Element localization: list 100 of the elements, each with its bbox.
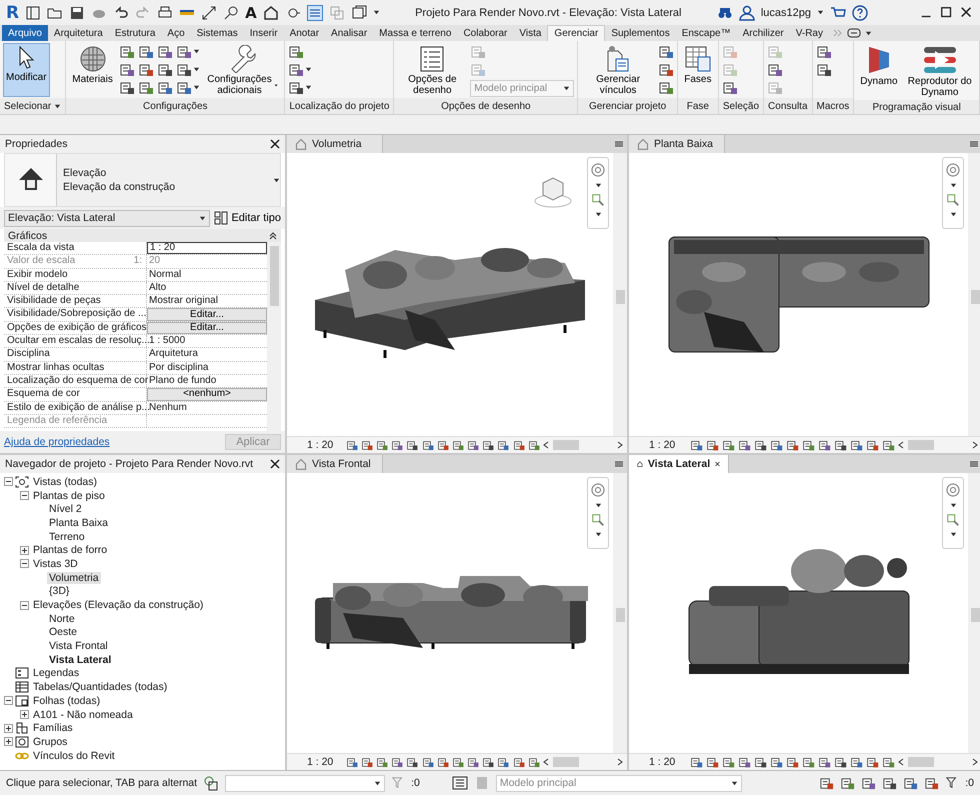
caret-icon[interactable] <box>950 182 956 189</box>
user-icon[interactable] <box>738 4 755 20</box>
scrollbar[interactable] <box>968 473 980 753</box>
tree-item[interactable]: A101 - Não nomeada <box>31 708 135 721</box>
ribbon-button[interactable]: Fases <box>680 43 715 97</box>
undo-icon[interactable] <box>113 4 130 20</box>
ribbon-tab[interactable]: Analisar <box>325 25 374 41</box>
ribbon-tab[interactable]: Arquivo <box>2 25 48 41</box>
ribbon-tab[interactable]: Vista <box>513 25 548 41</box>
edit-button[interactable]: Editar... <box>147 322 267 334</box>
ribbon-tab[interactable]: Suplementos <box>605 25 676 41</box>
ribbon-button[interactable]: Dynamo <box>857 43 901 97</box>
help-icon[interactable] <box>852 4 868 20</box>
switch-windows-icon[interactable] <box>350 4 367 20</box>
ribbon-tab[interactable]: Estrutura <box>108 25 162 41</box>
maximize-icon[interactable] <box>940 6 954 20</box>
caret-icon[interactable] <box>594 211 602 218</box>
tree-item[interactable]: Plantas de piso <box>31 490 107 502</box>
caret-icon[interactable] <box>594 182 602 189</box>
collapse-icon[interactable] <box>4 696 13 706</box>
tree-item[interactable]: Norte <box>47 612 77 625</box>
caret-icon[interactable] <box>594 531 602 538</box>
view-tab[interactable]: Volumetria <box>287 135 383 153</box>
group-header[interactable]: Gráficos <box>8 230 48 242</box>
close-icon[interactable] <box>715 459 720 469</box>
collapse-icon[interactable] <box>20 559 29 568</box>
tree-item[interactable]: Vistas (todas) <box>31 476 99 488</box>
steering-wheel-icon[interactable] <box>945 162 961 178</box>
ribbon-button[interactable]: Opções de desenho <box>397 43 468 98</box>
ribbon-tab[interactable]: Sistemas <box>190 25 244 41</box>
edit-button[interactable]: <nenhum> <box>147 388 267 401</box>
ribbon-button[interactable]: Gerenciar vínculos <box>581 43 655 98</box>
tree-item[interactable]: Terreno <box>47 530 87 543</box>
caret-icon[interactable] <box>950 211 956 218</box>
ribbon-tab[interactable]: Anotar <box>284 25 326 41</box>
tree-item[interactable]: Elevações (Elevação da construção) <box>31 599 206 612</box>
tree-item[interactable]: Vista Lateral <box>47 654 114 666</box>
minimize-ribbon-icon[interactable] <box>846 28 861 38</box>
close-icon[interactable] <box>270 139 280 149</box>
menu-icon[interactable] <box>969 459 979 469</box>
caret-icon[interactable] <box>950 502 956 509</box>
scrollbar[interactable] <box>613 473 627 753</box>
tree-item[interactable]: Planta Baixa <box>47 516 110 529</box>
menu-icon[interactable] <box>614 459 624 469</box>
collapse-icon[interactable] <box>20 600 29 610</box>
ribbon-button[interactable]: Reprodutor do Dynamo <box>904 43 976 100</box>
caret-icon[interactable] <box>594 502 602 509</box>
ribbon-tab[interactable]: Archilizer <box>736 25 790 41</box>
zoom-icon[interactable] <box>591 513 605 527</box>
ribbon-button[interactable]: Materiais <box>69 43 116 97</box>
tree-item[interactable]: Tabelas/Quantidades (todas) <box>31 681 170 694</box>
print-icon[interactable] <box>157 4 174 20</box>
help-link[interactable]: Ajuda de propriedades <box>4 436 110 448</box>
collapse-icon[interactable] <box>4 477 13 486</box>
scrollbar[interactable] <box>613 153 627 436</box>
view-scale[interactable]: 1 : 20 <box>307 756 343 768</box>
menu-icon[interactable] <box>969 139 979 149</box>
ribbon-tab[interactable]: Massa e terreno <box>373 25 458 41</box>
house-icon[interactable] <box>262 4 279 20</box>
caret-icon[interactable] <box>54 102 62 110</box>
tree-item[interactable]: Vínculos do Revit <box>31 750 117 762</box>
save-icon[interactable] <box>69 4 86 20</box>
view-tab[interactable]: Vista Lateral <box>629 455 729 473</box>
tree-item[interactable]: Famílias <box>31 722 75 734</box>
tree-item[interactable]: Vista Frontal <box>47 640 110 652</box>
ribbon-tab[interactable]: Gerenciar <box>547 25 606 41</box>
view-tab[interactable]: Planta Baixa <box>629 135 725 153</box>
ribbon-button[interactable]: Modificar <box>3 43 50 97</box>
tree-item[interactable]: Volumetria <box>47 572 101 584</box>
dimension-icon[interactable] <box>201 4 218 20</box>
text-tool[interactable]: A <box>245 4 257 22</box>
app-logo[interactable]: R <box>6 2 20 22</box>
view-scale[interactable]: 1 : 20 <box>649 439 687 451</box>
expand-icon[interactable] <box>4 724 13 733</box>
expand-icon[interactable] <box>20 546 29 555</box>
steering-wheel-icon[interactable] <box>590 482 606 498</box>
instance-dropdown[interactable]: Elevação: Vista Lateral <box>4 210 210 226</box>
ribbon-tab[interactable]: Enscape™ <box>676 25 737 41</box>
property-field[interactable]: 1 : 20 <box>147 242 267 254</box>
steering-wheel-icon[interactable] <box>590 162 606 178</box>
type-selector[interactable]: Elevação Elevação da construção <box>4 153 281 207</box>
tree-item[interactable]: Plantas de forro <box>31 544 110 556</box>
ribbon-tab[interactable]: Aço <box>161 25 191 41</box>
caret-icon[interactable] <box>817 9 824 16</box>
ribbon-tab[interactable]: Arquitetura <box>48 25 109 41</box>
caret-icon[interactable] <box>950 531 956 538</box>
zoom-icon[interactable] <box>946 513 960 527</box>
tree-item[interactable]: Folhas (todas) <box>31 694 102 707</box>
caret-icon[interactable] <box>864 30 872 36</box>
ribbon-tab[interactable]: Colaborar <box>457 25 514 41</box>
caret-icon[interactable] <box>372 9 380 16</box>
zoom-icon[interactable] <box>591 193 605 207</box>
collapse-icon[interactable] <box>269 232 277 240</box>
zoom-icon[interactable] <box>946 193 960 207</box>
tree-item[interactable]: Grupos <box>31 736 70 748</box>
tree-item[interactable]: Vistas 3D <box>31 558 80 570</box>
collapse-icon[interactable] <box>20 491 29 500</box>
steering-wheel-icon[interactable] <box>945 482 961 498</box>
ribbon-tab[interactable]: V-Ray <box>790 25 829 41</box>
scrollbar[interactable] <box>267 242 281 431</box>
